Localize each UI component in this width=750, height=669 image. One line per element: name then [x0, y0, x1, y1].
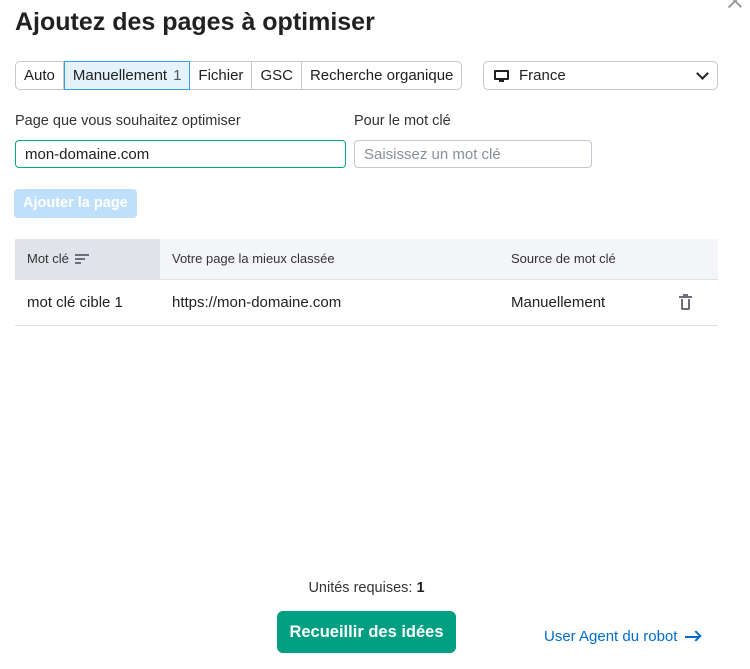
- add-page-button[interactable]: Ajouter la page: [14, 189, 137, 218]
- tab-count-badge: 1: [173, 67, 182, 84]
- units-label: Unités requises:: [308, 580, 413, 596]
- user-agent-link[interactable]: User Agent du robot: [544, 628, 703, 645]
- row-page-url: https://mon-domaine.com: [172, 294, 342, 311]
- collect-ideas-button[interactable]: Recueillir des idées: [277, 611, 456, 653]
- units-value: 1: [416, 580, 425, 596]
- country-select-value: France: [519, 67, 566, 84]
- close-icon[interactable]: [726, 0, 744, 10]
- dialog-title: Ajoutez des pages à optimiser: [15, 8, 375, 36]
- page-url-input[interactable]: [15, 140, 346, 168]
- row-keyword: mot clé cible 1: [27, 294, 123, 311]
- arrow-right-icon: [685, 629, 703, 643]
- tab-gsc[interactable]: GSC: [252, 62, 302, 89]
- tab-label: Manuellement: [72, 67, 168, 84]
- delete-icon[interactable]: [679, 294, 693, 310]
- units-required: Unités requises: 1: [0, 580, 733, 596]
- country-select[interactable]: France: [483, 61, 718, 90]
- keywords-table: Mot clé Votre page la mieux classée Sour…: [15, 239, 718, 326]
- source-tabs: Auto Manuellement 1 Fichier GSC Recherche…: [15, 61, 463, 90]
- row-source: Manuellement: [511, 294, 606, 311]
- column-header-source: Source de mot clé: [511, 251, 616, 266]
- column-header-keyword[interactable]: Mot clé: [15, 239, 160, 279]
- column-header-page: Votre page la mieux classée: [172, 251, 335, 266]
- tab-label: Recherche organique: [309, 67, 454, 84]
- tab-label: Fichier: [198, 67, 244, 84]
- keyword-input[interactable]: [354, 140, 592, 168]
- chevron-down-icon: [696, 66, 709, 80]
- tab-auto[interactable]: Auto: [16, 62, 64, 89]
- tab-recherche-organique[interactable]: Recherche organique: [302, 62, 461, 89]
- column-header-label: Mot clé: [27, 251, 69, 266]
- sort-icon[interactable]: [74, 254, 89, 264]
- table-header: Mot clé Votre page la mieux classée Sour…: [15, 239, 718, 280]
- monitor-icon: [494, 69, 509, 82]
- keyword-field-label: Pour le mot clé: [354, 113, 451, 129]
- tab-manuellement[interactable]: Manuellement 1: [63, 61, 191, 90]
- user-agent-link-label: User Agent du robot: [544, 628, 678, 645]
- page-field-label: Page que vous souhaitez optimiser: [15, 113, 241, 129]
- tab-label: GSC: [260, 67, 293, 84]
- table-row: mot clé cible 1 https://mon-domaine.com …: [15, 280, 718, 326]
- tab-fichier[interactable]: Fichier: [190, 62, 253, 89]
- tab-label: Auto: [24, 67, 55, 84]
